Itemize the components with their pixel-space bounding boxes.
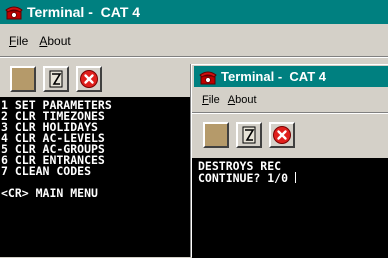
- square-button[interactable]: [10, 66, 36, 92]
- telephone-icon: [199, 69, 217, 85]
- phone-dial-icon: [49, 70, 63, 88]
- square-button[interactable]: [203, 122, 229, 148]
- stop-button[interactable]: [269, 122, 295, 148]
- menu-separator: [192, 112, 388, 114]
- text-cursor: [294, 172, 296, 183]
- menu-about[interactable]: About: [228, 94, 257, 106]
- window-title: Terminal - CAT 4: [221, 69, 326, 84]
- menu-option-7: 7 CLEAN CODES: [1, 164, 92, 178]
- menu-bar: File About: [0, 32, 388, 50]
- menu-file[interactable]: File: [9, 34, 28, 48]
- title-bar[interactable]: Terminal - CAT 4: [194, 66, 388, 87]
- prompt-text: CONTINUE? 1/0: [198, 171, 295, 185]
- title-bar[interactable]: Terminal - CAT 4: [0, 0, 388, 24]
- telephone-icon: [5, 4, 23, 20]
- stop-button[interactable]: [76, 66, 102, 92]
- toolbar: [10, 66, 109, 92]
- terminal-window-front: Terminal - CAT 4 File About DESTROYS REC…: [191, 64, 388, 258]
- window-title: Terminal - CAT 4: [27, 4, 141, 20]
- stop-x-icon: [80, 70, 98, 88]
- menu-file[interactable]: File: [202, 94, 220, 106]
- toolbar: [203, 122, 302, 148]
- terminal-screen[interactable]: DESTROYS REC CONTINUE? 1/0: [192, 158, 388, 258]
- main-menu-hint: <CR> MAIN MENU: [1, 186, 98, 200]
- terminal-screen[interactable]: 1 SET PARAMETERS 2 CLR TIMEZONES 3 CLR H…: [0, 97, 191, 257]
- dial-button[interactable]: [43, 66, 69, 92]
- dial-button[interactable]: [236, 122, 262, 148]
- menu-bar: File About: [196, 91, 388, 109]
- menu-about[interactable]: About: [39, 34, 70, 48]
- stop-x-icon: [273, 126, 291, 144]
- menu-separator: [0, 56, 388, 58]
- phone-dial-icon: [242, 126, 256, 144]
- prompt-line: CONTINUE? 1/0: [198, 171, 388, 185]
